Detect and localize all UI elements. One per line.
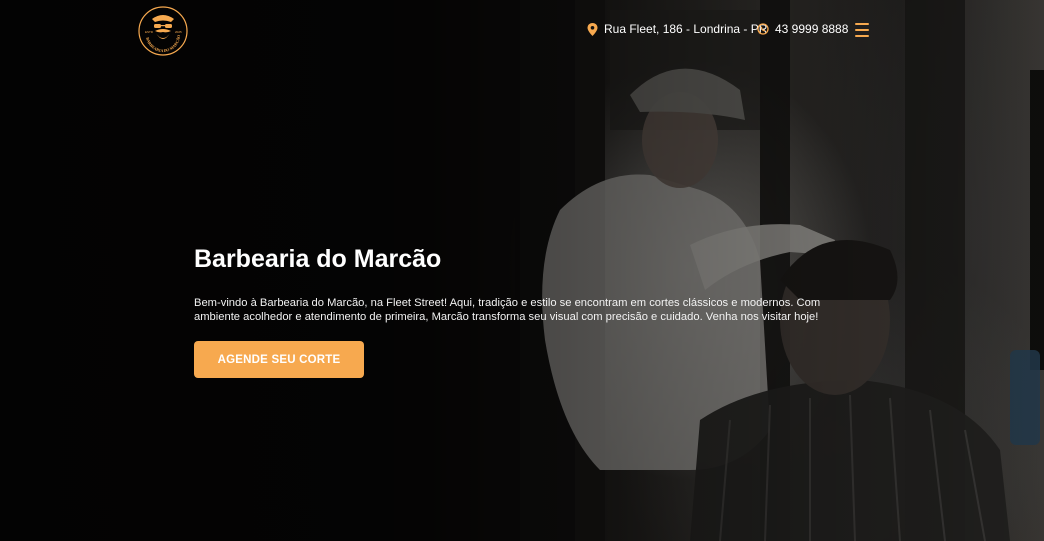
map-pin-icon xyxy=(587,22,598,36)
logo-right-text: 2025 xyxy=(175,30,182,34)
barber-logo-icon: ESTD 2025 BARBEARIA DO MARCÃO xyxy=(138,6,188,56)
whatsapp-icon xyxy=(757,23,769,35)
phone-link[interactable]: 43 9999 8888 xyxy=(757,22,848,36)
hero-title: Barbearia do Marcão xyxy=(194,245,442,273)
logo-left-text: ESTD xyxy=(145,30,154,34)
menu-line xyxy=(855,35,869,37)
phone-text: 43 9999 8888 xyxy=(775,22,849,36)
schedule-haircut-button[interactable]: AGENDE SEU CORTE xyxy=(194,341,364,378)
brand-logo[interactable]: ESTD 2025 BARBEARIA DO MARCÃO xyxy=(137,5,189,57)
site-header: ESTD 2025 BARBEARIA DO MARCÃO Rua Fleet,… xyxy=(0,0,1044,62)
logo-ring-text: BARBEARIA DO MARCÃO xyxy=(145,35,181,53)
hamburger-menu-icon[interactable] xyxy=(855,23,869,37)
menu-line xyxy=(855,29,869,31)
hero-description: Bem-vindo à Barbearia do Marcão, na Flee… xyxy=(194,297,821,323)
address-link[interactable]: Rua Fleet, 186 - Londrina - PR xyxy=(587,22,767,36)
menu-line xyxy=(855,23,869,25)
hero-section: Barbearia do Marcão Bem-vindo à Barbeari… xyxy=(194,242,834,324)
address-text: Rua Fleet, 186 - Londrina - PR xyxy=(604,22,768,36)
